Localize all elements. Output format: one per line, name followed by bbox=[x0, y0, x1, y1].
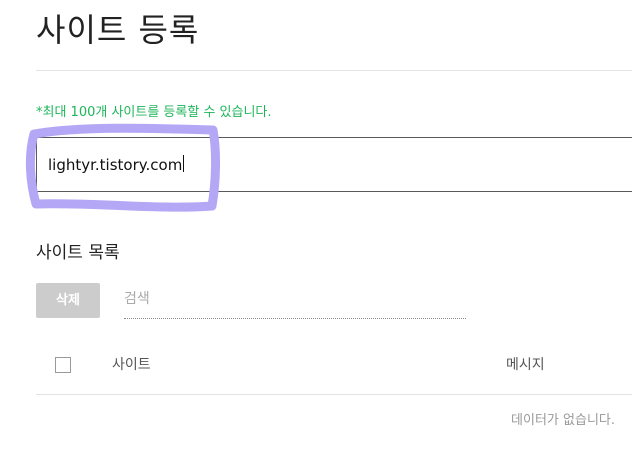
site-url-input[interactable]: lightyr.tistory.com bbox=[36, 137, 632, 192]
empty-table-message: 데이터가 없습니다. bbox=[511, 413, 615, 428]
search-input[interactable]: 검색 bbox=[124, 286, 466, 319]
delete-button[interactable]: 삭제 bbox=[36, 283, 100, 318]
page-title: 사이트 등록 bbox=[36, 11, 200, 49]
site-registration-page: 사이트 등록 *최대 100개 사이트를 등록할 수 있습니다. lightyr… bbox=[0, 0, 632, 468]
table-divider bbox=[36, 394, 632, 395]
limit-notice: *최대 100개 사이트를 등록할 수 있습니다. bbox=[36, 105, 272, 120]
select-all-checkbox[interactable] bbox=[55, 357, 71, 373]
title-divider bbox=[36, 70, 632, 71]
column-header-message: 메시지 bbox=[506, 357, 545, 373]
table-header: 사이트 메시지 bbox=[36, 340, 632, 394]
site-url-value[interactable]: lightyr.tistory.com bbox=[48, 154, 185, 176]
text-caret bbox=[183, 155, 185, 172]
site-list-title: 사이트 목록 bbox=[36, 243, 120, 263]
column-header-site: 사이트 bbox=[112, 357, 151, 373]
search-placeholder: 검색 bbox=[124, 291, 150, 307]
